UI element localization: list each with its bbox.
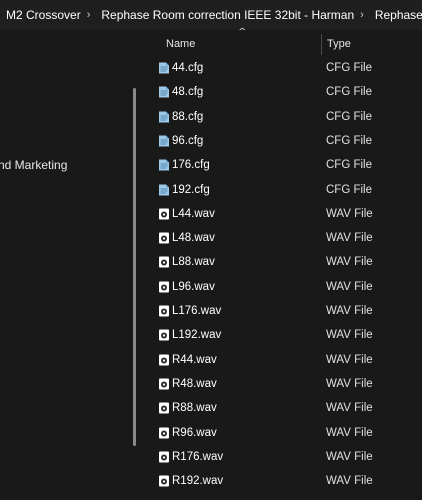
cfg-file-icon [157, 85, 171, 99]
wav-file-icon [157, 231, 171, 245]
breadcrumb-item-zip[interactable]: Rephase IEEE 32bit Harman.zip [369, 8, 422, 22]
file-name: 88.cfg [172, 110, 204, 123]
file-type: WAV File [326, 402, 373, 415]
wav-file-icon [157, 401, 171, 415]
file-name: L44.wav [172, 207, 215, 220]
file-row[interactable]: R88.wav WAV File [142, 397, 422, 421]
file-name: R44.wav [172, 353, 217, 366]
file-type: WAV File [326, 377, 373, 390]
file-type: WAV File [326, 305, 373, 317]
file-name: R176.wav [172, 450, 224, 463]
navigation-scrollbar[interactable] [133, 88, 136, 446]
file-row[interactable]: R176.wav WAV File [142, 446, 422, 470]
file-row[interactable]: 48.cfg CFG File [142, 81, 422, 105]
navigation-pane: nd Marketing [0, 30, 142, 500]
file-name: R96.wav [172, 426, 217, 439]
file-row[interactable]: R48.wav WAV File [142, 373, 422, 397]
file-row[interactable]: 176.cfg CFG File [142, 154, 422, 178]
file-type: WAV File [326, 426, 373, 439]
file-name: 96.cfg [172, 134, 204, 147]
file-name: R192.wav [172, 475, 224, 488]
file-row[interactable]: R96.wav WAV File [142, 422, 422, 446]
file-name: L88.wav [172, 256, 215, 269]
wav-file-icon [157, 280, 171, 294]
file-list: ⌃ Name Type 44.cfg CFG File 48.cfg CFG File… [142, 27, 422, 500]
nav-item-marketing[interactable]: nd Marketing [0, 158, 67, 172]
file-name: 192.cfg [172, 183, 210, 196]
file-type: CFG File [326, 183, 372, 196]
wav-file-icon [157, 304, 171, 318]
file-name: L96.wav [172, 280, 215, 293]
file-type: WAV File [326, 329, 373, 342]
column-header-name[interactable]: Name [166, 38, 195, 50]
file-type: WAV File [326, 475, 373, 488]
file-type: CFG File [326, 110, 372, 123]
file-row[interactable]: R192.wav WAV File [142, 470, 422, 494]
file-row[interactable]: L176.wav WAV File [142, 300, 422, 324]
file-row[interactable]: L96.wav WAV File [142, 276, 422, 300]
file-row[interactable]: 88.cfg CFG File [142, 106, 422, 130]
cfg-file-icon [157, 134, 171, 148]
file-row[interactable]: R44.wav WAV File [142, 349, 422, 373]
cfg-file-icon [157, 110, 171, 124]
chevron-right-icon[interactable]: › [354, 9, 369, 21]
file-type: CFG File [326, 159, 372, 172]
file-row[interactable]: L192.wav WAV File [142, 324, 422, 348]
cfg-file-icon [157, 183, 171, 197]
file-row[interactable]: L88.wav WAV File [142, 251, 422, 275]
wav-file-icon [157, 328, 171, 342]
chevron-right-icon[interactable]: › [81, 9, 96, 21]
file-name: 44.cfg [172, 62, 204, 74]
wav-file-icon [157, 450, 171, 464]
file-name: 48.cfg [172, 86, 204, 99]
file-name: R48.wav [172, 377, 217, 390]
wav-file-icon [157, 207, 171, 221]
file-type: CFG File [326, 86, 372, 99]
cfg-file-icon [157, 158, 171, 172]
file-row[interactable]: 96.cfg CFG File [142, 130, 422, 154]
file-type: WAV File [326, 232, 373, 245]
file-type: WAV File [326, 353, 373, 366]
cfg-file-icon [157, 61, 171, 75]
column-header-row: Name Type [142, 33, 422, 55]
breadcrumb: M2 Crossover › Rephase Room correction I… [0, 0, 422, 30]
file-row[interactable]: 192.cfg CFG File [142, 179, 422, 203]
file-type: WAV File [326, 280, 373, 293]
file-name: L192.wav [172, 329, 222, 342]
file-type: WAV File [326, 256, 373, 269]
column-divider[interactable] [321, 34, 322, 55]
wav-file-icon [157, 353, 171, 367]
wav-file-icon [157, 255, 171, 269]
file-name: L176.wav [172, 305, 222, 317]
file-name: 176.cfg [172, 159, 210, 172]
file-row[interactable]: 44.cfg CFG File [142, 57, 422, 81]
file-type: CFG File [326, 134, 372, 147]
wav-file-icon [157, 474, 171, 488]
file-type: CFG File [326, 62, 372, 74]
file-name: R88.wav [172, 402, 217, 415]
file-row[interactable]: L44.wav WAV File [142, 203, 422, 227]
wav-file-icon [157, 377, 171, 391]
wav-file-icon [157, 426, 171, 440]
file-type: WAV File [326, 450, 373, 463]
file-type: WAV File [326, 207, 373, 220]
breadcrumb-item-rephase-folder[interactable]: Rephase Room correction IEEE 32bit - Har… [95, 8, 354, 22]
file-row[interactable]: L48.wav WAV File [142, 227, 422, 251]
column-header-type[interactable]: Type [327, 38, 351, 50]
file-name: L48.wav [172, 232, 215, 245]
breadcrumb-item-m2-crossover[interactable]: M2 Crossover [0, 8, 81, 22]
